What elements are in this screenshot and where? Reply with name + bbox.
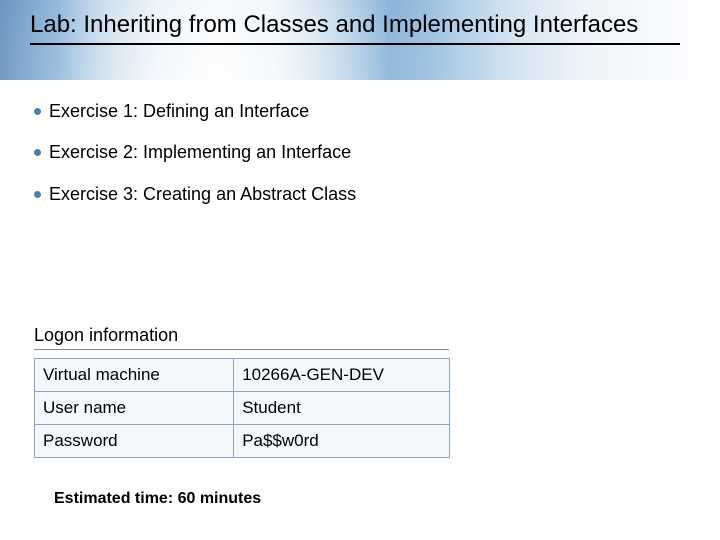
bullet-text: Exercise 2: Implementing an Interface — [49, 141, 351, 164]
logon-value: Student — [234, 392, 450, 425]
bullet-icon — [34, 149, 41, 156]
estimated-time: Estimated time: 60 minutes — [54, 490, 261, 508]
bullet-list: Exercise 1: Defining an Interface Exerci… — [34, 100, 680, 224]
bullet-text: Exercise 1: Defining an Interface — [49, 100, 309, 123]
bullet-text: Exercise 3: Creating an Abstract Class — [49, 183, 356, 206]
list-item: Exercise 2: Implementing an Interface — [34, 141, 680, 164]
table-row: Password Pa$$w0rd — [35, 425, 450, 458]
logon-table: Virtual machine 10266A-GEN-DEV User name… — [34, 358, 450, 458]
logon-heading: Logon information — [34, 325, 449, 350]
list-item: Exercise 1: Defining an Interface — [34, 100, 680, 123]
table-row: User name Student — [35, 392, 450, 425]
slide-title: Lab: Inheriting from Classes and Impleme… — [30, 10, 680, 45]
logon-label: Virtual machine — [35, 359, 234, 392]
logon-value: 10266A-GEN-DEV — [234, 359, 450, 392]
bullet-icon — [34, 108, 41, 115]
logon-value: Pa$$w0rd — [234, 425, 450, 458]
slide: Lab: Inheriting from Classes and Impleme… — [0, 0, 720, 540]
list-item: Exercise 3: Creating an Abstract Class — [34, 183, 680, 206]
bullet-icon — [34, 191, 41, 198]
logon-label: Password — [35, 425, 234, 458]
table-row: Virtual machine 10266A-GEN-DEV — [35, 359, 450, 392]
logon-label: User name — [35, 392, 234, 425]
